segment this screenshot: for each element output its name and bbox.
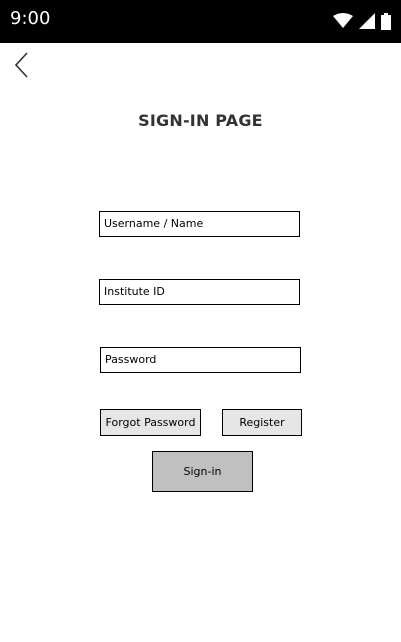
page-title: SIGN-IN PAGE xyxy=(138,111,263,130)
back-button[interactable] xyxy=(10,50,34,80)
sign-in-button[interactable]: Sign-in xyxy=(152,451,253,492)
wifi-icon xyxy=(333,13,353,29)
institute-id-field[interactable]: Institute ID xyxy=(99,279,300,305)
register-button[interactable]: Register xyxy=(222,409,302,436)
chevron-left-icon xyxy=(10,52,34,84)
status-time: 9:00 xyxy=(10,8,51,29)
battery-icon xyxy=(381,12,391,30)
username-field[interactable]: Username / Name xyxy=(99,211,300,237)
status-icons xyxy=(333,12,391,30)
cell-signal-icon xyxy=(359,13,375,29)
forgot-password-button[interactable]: Forgot Password xyxy=(100,409,201,436)
status-bar: 9:00 xyxy=(0,0,401,43)
password-field[interactable]: Password xyxy=(100,347,301,373)
